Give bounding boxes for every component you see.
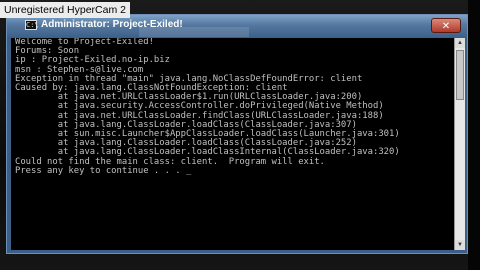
scroll-thumb[interactable] [456,50,464,100]
close-button[interactable]: ✕ [431,18,461,33]
scroll-down-arrow-icon[interactable]: ▼ [455,240,465,250]
console-icon[interactable]: C:\ [25,20,39,30]
title-bar[interactable]: C:\ Administrator: Project-Exiled! ✕ [7,15,467,37]
console-line: Press any key to continue . . . _ [15,165,192,176]
close-icon: ✕ [441,21,451,32]
window-title: Administrator: Project-Exiled! [41,19,183,30]
console-window[interactable]: C:\ Administrator: Project-Exiled! ✕ Wel… [6,14,468,254]
desktop-edge [468,0,480,270]
console-output[interactable]: Welcome to Project-Exiled! Forums: Soon … [11,38,454,250]
recorder-watermark: Unregistered HyperCam 2 [0,2,130,18]
scroll-up-arrow-icon[interactable]: ▲ [455,38,465,48]
vertical-scrollbar[interactable]: ▲ ▼ [454,38,465,250]
